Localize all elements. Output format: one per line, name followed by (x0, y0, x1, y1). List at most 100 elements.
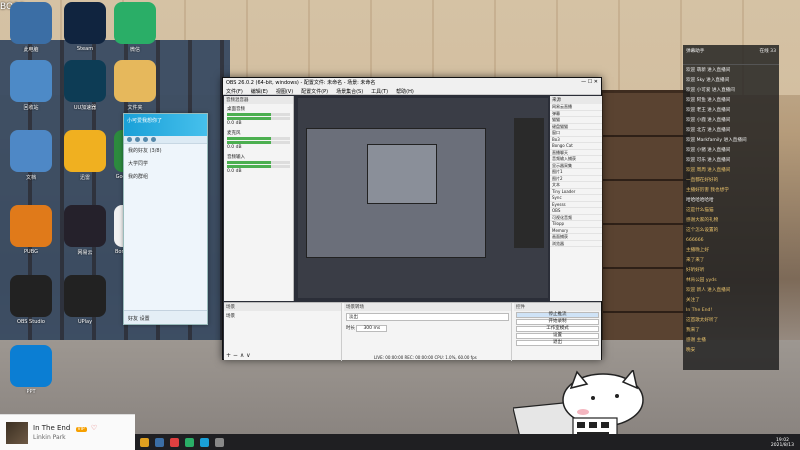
window-controls[interactable]: — ☐ ✕ (581, 79, 598, 86)
key (601, 422, 609, 428)
song-title: In The End (33, 424, 71, 432)
taskbar-app-icon[interactable] (185, 437, 194, 447)
desktop-icon-label: 微信 (129, 47, 140, 53)
desktop-icon-4[interactable]: UU加速器 (58, 60, 112, 111)
duration-input[interactable]: 300 ms (356, 325, 388, 332)
channel-db: 0.0 dB (227, 121, 242, 126)
desktop-icon-6[interactable]: 文档 (4, 130, 58, 181)
taskbar-app-icon[interactable] (170, 437, 179, 447)
messenger-header[interactable]: 小可爱我想你了 (124, 114, 207, 136)
mixer-channel-input[interactable]: 音频输入 0.0 dB (224, 152, 293, 176)
stop-streaming-button[interactable]: 停止推流 (516, 312, 599, 318)
taskbar (135, 434, 800, 450)
desktop-icon-13[interactable]: UPlay (58, 275, 112, 325)
menu-view[interactable]: 视图(V) (276, 88, 293, 95)
desktop-icon-label: 此电脑 (23, 47, 39, 53)
messenger-footer[interactable]: 好友 设置 (124, 310, 207, 324)
chat-message: 欢迎 Sky 进入直播间 (686, 78, 730, 83)
desktop-icon-9[interactable]: PUBG (4, 205, 58, 255)
messenger-group-1[interactable]: 大学同学 (124, 157, 207, 170)
danmaku-header: 弹幕助手 在线 33 (683, 45, 779, 65)
desktop-icon-5[interactable]: 文件夹 (108, 60, 162, 111)
app-icon (10, 2, 52, 44)
mixer-channel-mic[interactable]: 麦克风 0.0 dB (224, 128, 293, 152)
chat-message: 欢迎 萌新 进入直播间 (686, 68, 731, 73)
group-icon[interactable] (135, 137, 140, 142)
menu-file[interactable]: 文件(F) (226, 88, 243, 95)
desktop-icon-label: 网易云 (77, 250, 93, 256)
menu-help[interactable]: 帮助(H) (396, 88, 414, 95)
desktop-icon-12[interactable]: OBS Studio (4, 275, 58, 325)
desktop-icon-label: 迅雷 (79, 175, 90, 181)
app-icon (64, 2, 106, 44)
search-icon[interactable] (151, 137, 156, 142)
chat-message: 主播好厉害 我也想学 (686, 188, 729, 193)
menu-tools[interactable]: 工具(T) (371, 88, 388, 95)
volume-slider[interactable] (227, 141, 290, 144)
app-icon (10, 60, 52, 102)
desktop-icon-7[interactable]: 迅雷 (58, 130, 112, 181)
studio-mode-button[interactable]: 工作室模式 (516, 326, 599, 332)
channel-name: 音频输入 (227, 155, 245, 160)
volume-meter (227, 161, 290, 164)
obs-status-bar: LIVE: 00:00:00 REC: 00:00:00 CPU: 1.0%, … (374, 355, 477, 360)
taskbar-app-icon[interactable] (215, 437, 224, 447)
desktop-icon-label: PPT (26, 389, 36, 395)
volume-slider[interactable] (227, 117, 290, 120)
messenger-group-0[interactable]: 我的好友 (3/8) (124, 144, 207, 157)
chat-message: 一直都在好好的 (686, 178, 719, 183)
chat-message: 欢迎 Markfamily 进入直播间 (686, 138, 747, 143)
desktop-icon-1[interactable]: Steam (58, 2, 112, 52)
messenger-group-2[interactable]: 我的群组 (124, 170, 207, 183)
obs-preview[interactable] (298, 98, 548, 298)
app-icon (10, 205, 52, 247)
volume-meter (227, 113, 290, 116)
taskbar-app-icon[interactable] (155, 437, 164, 447)
desktop-icon-10[interactable]: 网易云 (58, 205, 112, 256)
heart-icon[interactable]: ♡ (91, 424, 97, 432)
desktop-icon-0[interactable]: 此电脑 (4, 2, 58, 53)
chat-message: 感谢大家的礼物 (686, 218, 719, 223)
taskbar-app-icon[interactable] (200, 437, 209, 447)
sources-title: 来源 (550, 96, 602, 104)
taskbar-app-icon[interactable] (140, 437, 149, 447)
chat-message: 这是什么猫猫 (686, 208, 714, 213)
scene-add-button[interactable]: + − ∧ ∨ (226, 352, 251, 359)
obs-window[interactable]: OBS 26.0.2 (64-bit, windows) - 配置文件: 未命名… (222, 77, 602, 361)
cat-eye-right (615, 394, 619, 398)
menu-edit[interactable]: 编辑(E) (251, 88, 268, 95)
danmaku-panel: 弹幕助手 在线 33 欢迎 萌新 进入直播间 欢迎 Sky 进入直播间 欢迎 小可爱… (683, 45, 779, 370)
start-recording-button[interactable]: 开始录制 (516, 319, 599, 325)
chat-message: 感谢 主播 (686, 338, 706, 343)
taskbar-clock[interactable]: 19:02 2021/8/13 (771, 438, 794, 448)
desktop-icon-2[interactable]: 微信 (108, 2, 162, 53)
danmaku-lines: 欢迎 萌新 进入直播间 欢迎 Sky 进入直播间 欢迎 小可爱 进入直播间 欢迎 阿鱼… (683, 65, 779, 355)
contacts-icon[interactable] (127, 137, 132, 142)
vip-badge: VIP (75, 427, 87, 432)
obs-titlebar[interactable]: OBS 26.0.2 (64-bit, windows) - 配置文件: 未命名… (223, 78, 601, 87)
menu-profile[interactable]: 配置文件(P) (301, 88, 328, 95)
desktop-icon-14[interactable]: PPT (4, 345, 58, 395)
transition-select[interactable]: 淡出 (346, 313, 509, 321)
chat-message: 来了来了 (686, 258, 705, 263)
mixer-channel-desktop[interactable]: 桌面音频 0.0 dB (224, 104, 293, 128)
chat-icon[interactable] (143, 137, 148, 142)
messenger-window[interactable]: 小可爱我想你了 我的好友 (3/8) 大学同学 我的群组 好友 设置 (123, 113, 208, 325)
menu-scene-collection[interactable]: 场景集合(S) (336, 88, 363, 95)
obs-menubar: 文件(F) 编辑(E) 视图(V) 配置文件(P) 场景集合(S) 工具(T) … (223, 87, 601, 95)
cat-eye-left (591, 396, 595, 400)
now-playing-widget[interactable]: In The End VIP ♡ Linkin Park (0, 414, 135, 450)
scene-item[interactable]: 场景 (224, 311, 341, 321)
source-item[interactable]: 浏览器 (550, 241, 602, 247)
chat-message: 晚安 (686, 348, 696, 353)
danmaku-online: 在线 33 (759, 49, 777, 54)
chat-message: 欢迎 小鹿 进入直播间 (686, 118, 731, 123)
chat-message: 我来了 (686, 328, 700, 333)
exit-button[interactable]: 退出 (516, 340, 599, 346)
obs-window-title: OBS 26.0.2 (64-bit, windows) - 配置文件: 未命名… (226, 80, 376, 86)
messenger-toolbar (124, 136, 207, 144)
volume-slider[interactable] (227, 165, 290, 168)
chat-message: 主播晚上好 (686, 248, 709, 253)
desktop-icon-3[interactable]: 回收站 (4, 60, 58, 111)
settings-button[interactable]: 设置 (516, 333, 599, 339)
